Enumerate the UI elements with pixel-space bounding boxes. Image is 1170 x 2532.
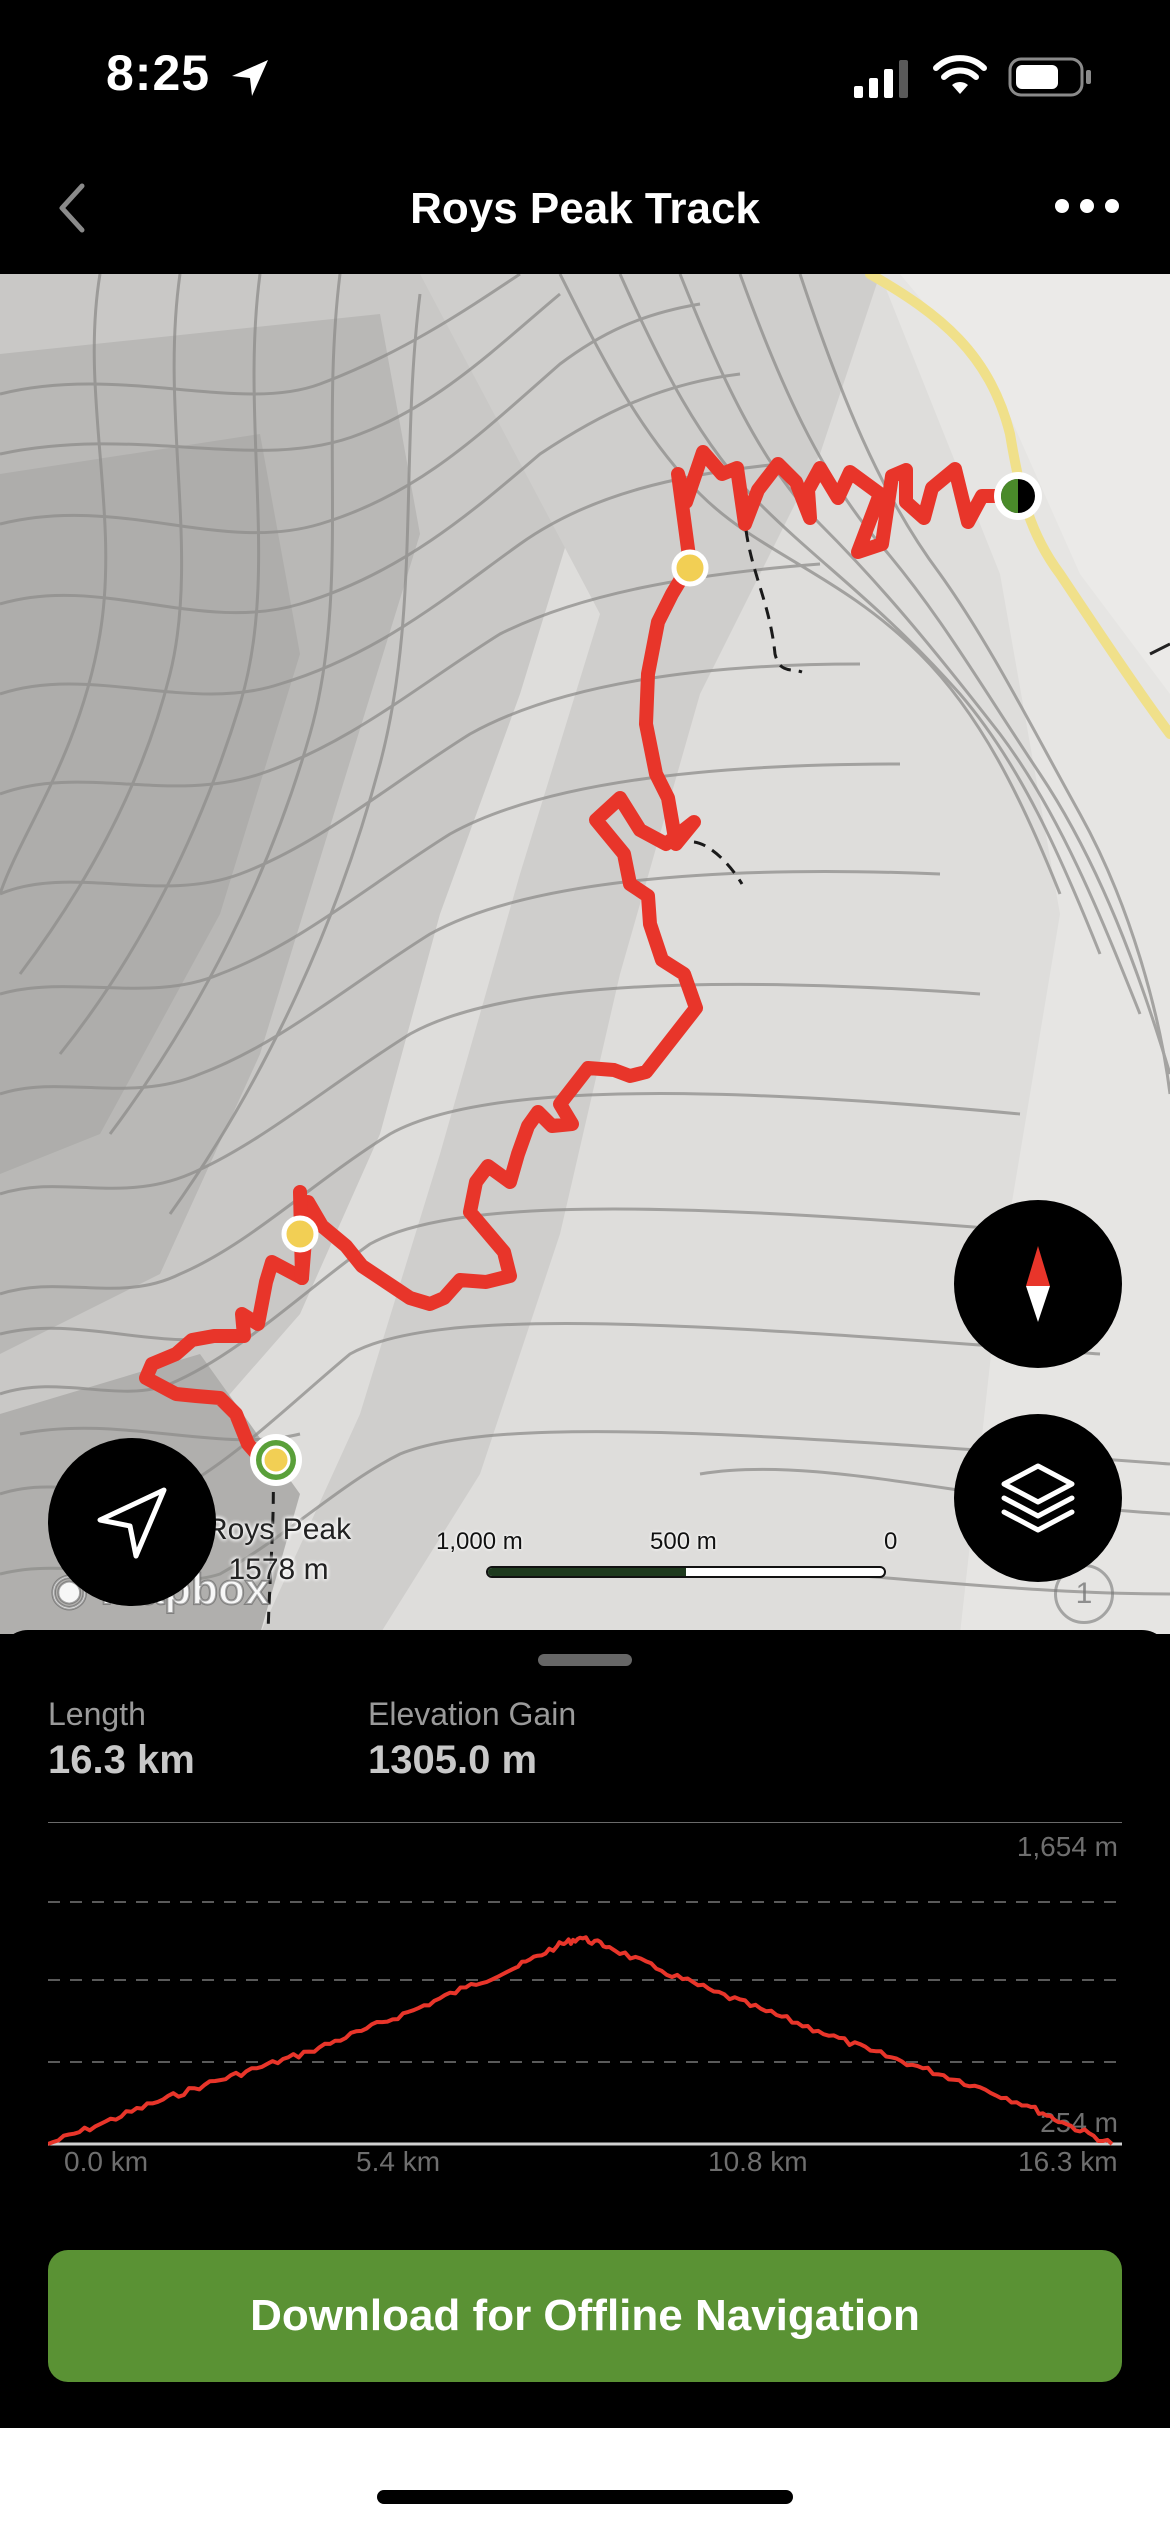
map-layers-button[interactable] xyxy=(954,1414,1122,1582)
peak-name: Roys Peak xyxy=(206,1513,352,1546)
x-tick-label: 16.3 km xyxy=(1018,2146,1118,2177)
compass-button[interactable] xyxy=(954,1200,1122,1368)
page-title: Roys Peak Track xyxy=(410,184,760,233)
x-tick-label: 0.0 km xyxy=(64,2146,149,2177)
cellular-signal-icon xyxy=(854,60,908,98)
status-bar: 8:25 xyxy=(0,0,1170,150)
y-tick-label-min: 254 m xyxy=(1040,2107,1118,2138)
scale-label-0: 0 xyxy=(884,1528,898,1555)
scale-label-1000: 1,000 m xyxy=(436,1528,523,1555)
sheet-grabber[interactable] xyxy=(538,1654,632,1666)
map-scale: 1,000 m 500 m 0 xyxy=(436,1528,906,1588)
status-time: 8:25 xyxy=(106,45,211,101)
scale-label-500: 500 m xyxy=(650,1528,717,1555)
home-area xyxy=(0,2428,1170,2532)
nav-header: Roys Peak Track xyxy=(0,150,1170,274)
length-label: Length xyxy=(48,1696,146,1732)
compass-icon xyxy=(1026,1246,1050,1322)
navigation-arrow-icon xyxy=(97,1487,167,1559)
home-indicator[interactable] xyxy=(377,2490,793,2504)
layers-icon xyxy=(1001,1463,1075,1533)
x-tick-label: 10.8 km xyxy=(708,2146,808,2177)
elevation-profile-chart[interactable]: 1,654 m 254 m xyxy=(48,1822,1122,2152)
elevation-gain-label: Elevation Gain xyxy=(368,1696,577,1732)
location-arrow-icon xyxy=(232,60,268,96)
wifi-icon xyxy=(933,55,987,94)
route-details-sheet: Length 16.3 km Elevation Gain 1305.0 m 1… xyxy=(0,1630,1170,2430)
map-view[interactable]: Roys Peak 1578 m 1,000 m 500 m 0 ◉ mapbo… xyxy=(0,274,1170,1634)
elevation-gain-value: 1305.0 m xyxy=(368,1738,538,1782)
x-tick-label: 5.4 km xyxy=(356,2146,441,2177)
more-options-button[interactable] xyxy=(1052,186,1122,226)
y-tick-label-max: 1,654 m xyxy=(1017,1831,1118,1862)
download-offline-button[interactable]: Download for Offline Navigation xyxy=(48,2250,1122,2382)
elevation-series-line xyxy=(48,1935,1114,2146)
length-value: 16.3 km xyxy=(48,1738,195,1782)
battery-icon xyxy=(1008,57,1091,97)
scale-bar xyxy=(486,1566,886,1578)
my-location-button[interactable] xyxy=(48,1438,216,1606)
